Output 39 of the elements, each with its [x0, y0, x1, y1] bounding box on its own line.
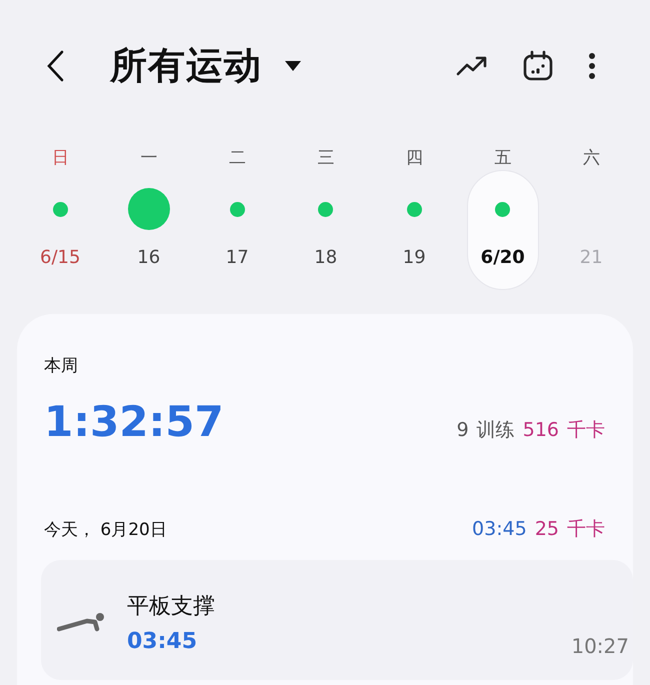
period-label: 本周: [44, 355, 79, 377]
date-label: 17: [226, 247, 249, 268]
calendar-icon[interactable]: [522, 50, 554, 82]
calories-unit: 千卡: [567, 517, 605, 542]
workout-label: 训练: [476, 418, 515, 443]
date-label: 21: [580, 247, 603, 268]
weekday-label: 一: [140, 147, 158, 170]
day-cell[interactable]: 6/15: [24, 170, 96, 290]
day-cell[interactable]: 17: [201, 170, 274, 290]
more-icon[interactable]: [588, 50, 596, 82]
total-duration: 1:32:57: [44, 397, 224, 446]
date-label: 16: [137, 247, 160, 268]
calories-value: 25: [534, 518, 559, 540]
day-cell[interactable]: 18: [290, 170, 362, 290]
day-cell[interactable]: 19: [378, 170, 450, 290]
activity-name: 平板支撑: [127, 592, 216, 620]
date-heading: 今天， 6月20日: [44, 519, 167, 541]
calories-unit: 千卡: [567, 418, 605, 443]
activity-card[interactable]: 平板支撑 03:45 10:27: [41, 560, 633, 680]
weekday-label: 日: [52, 147, 69, 170]
weekday-label: 六: [582, 147, 600, 170]
selected-day[interactable]: 6/20: [466, 170, 539, 290]
weekday-label: 三: [317, 147, 334, 170]
day-cell[interactable]: 16: [112, 170, 185, 290]
plank-icon: [57, 610, 105, 634]
activity-time: 10:27: [571, 634, 629, 658]
weekday-label: 二: [228, 147, 246, 170]
date-label: 18: [314, 247, 338, 268]
page-title: 所有运动: [110, 43, 262, 89]
weekday-label: 四: [406, 147, 423, 170]
date-label: 6/15: [40, 247, 80, 268]
day-duration: 03:45: [472, 518, 527, 540]
workout-count: 9: [456, 419, 469, 441]
activity-duration: 03:45: [127, 628, 198, 654]
date-label: 6/20: [480, 247, 525, 268]
weekday-label: 五: [494, 147, 512, 170]
dropdown-caret-icon[interactable]: [284, 60, 302, 72]
date-label: 19: [402, 247, 426, 268]
calories-value: 516: [522, 419, 559, 441]
